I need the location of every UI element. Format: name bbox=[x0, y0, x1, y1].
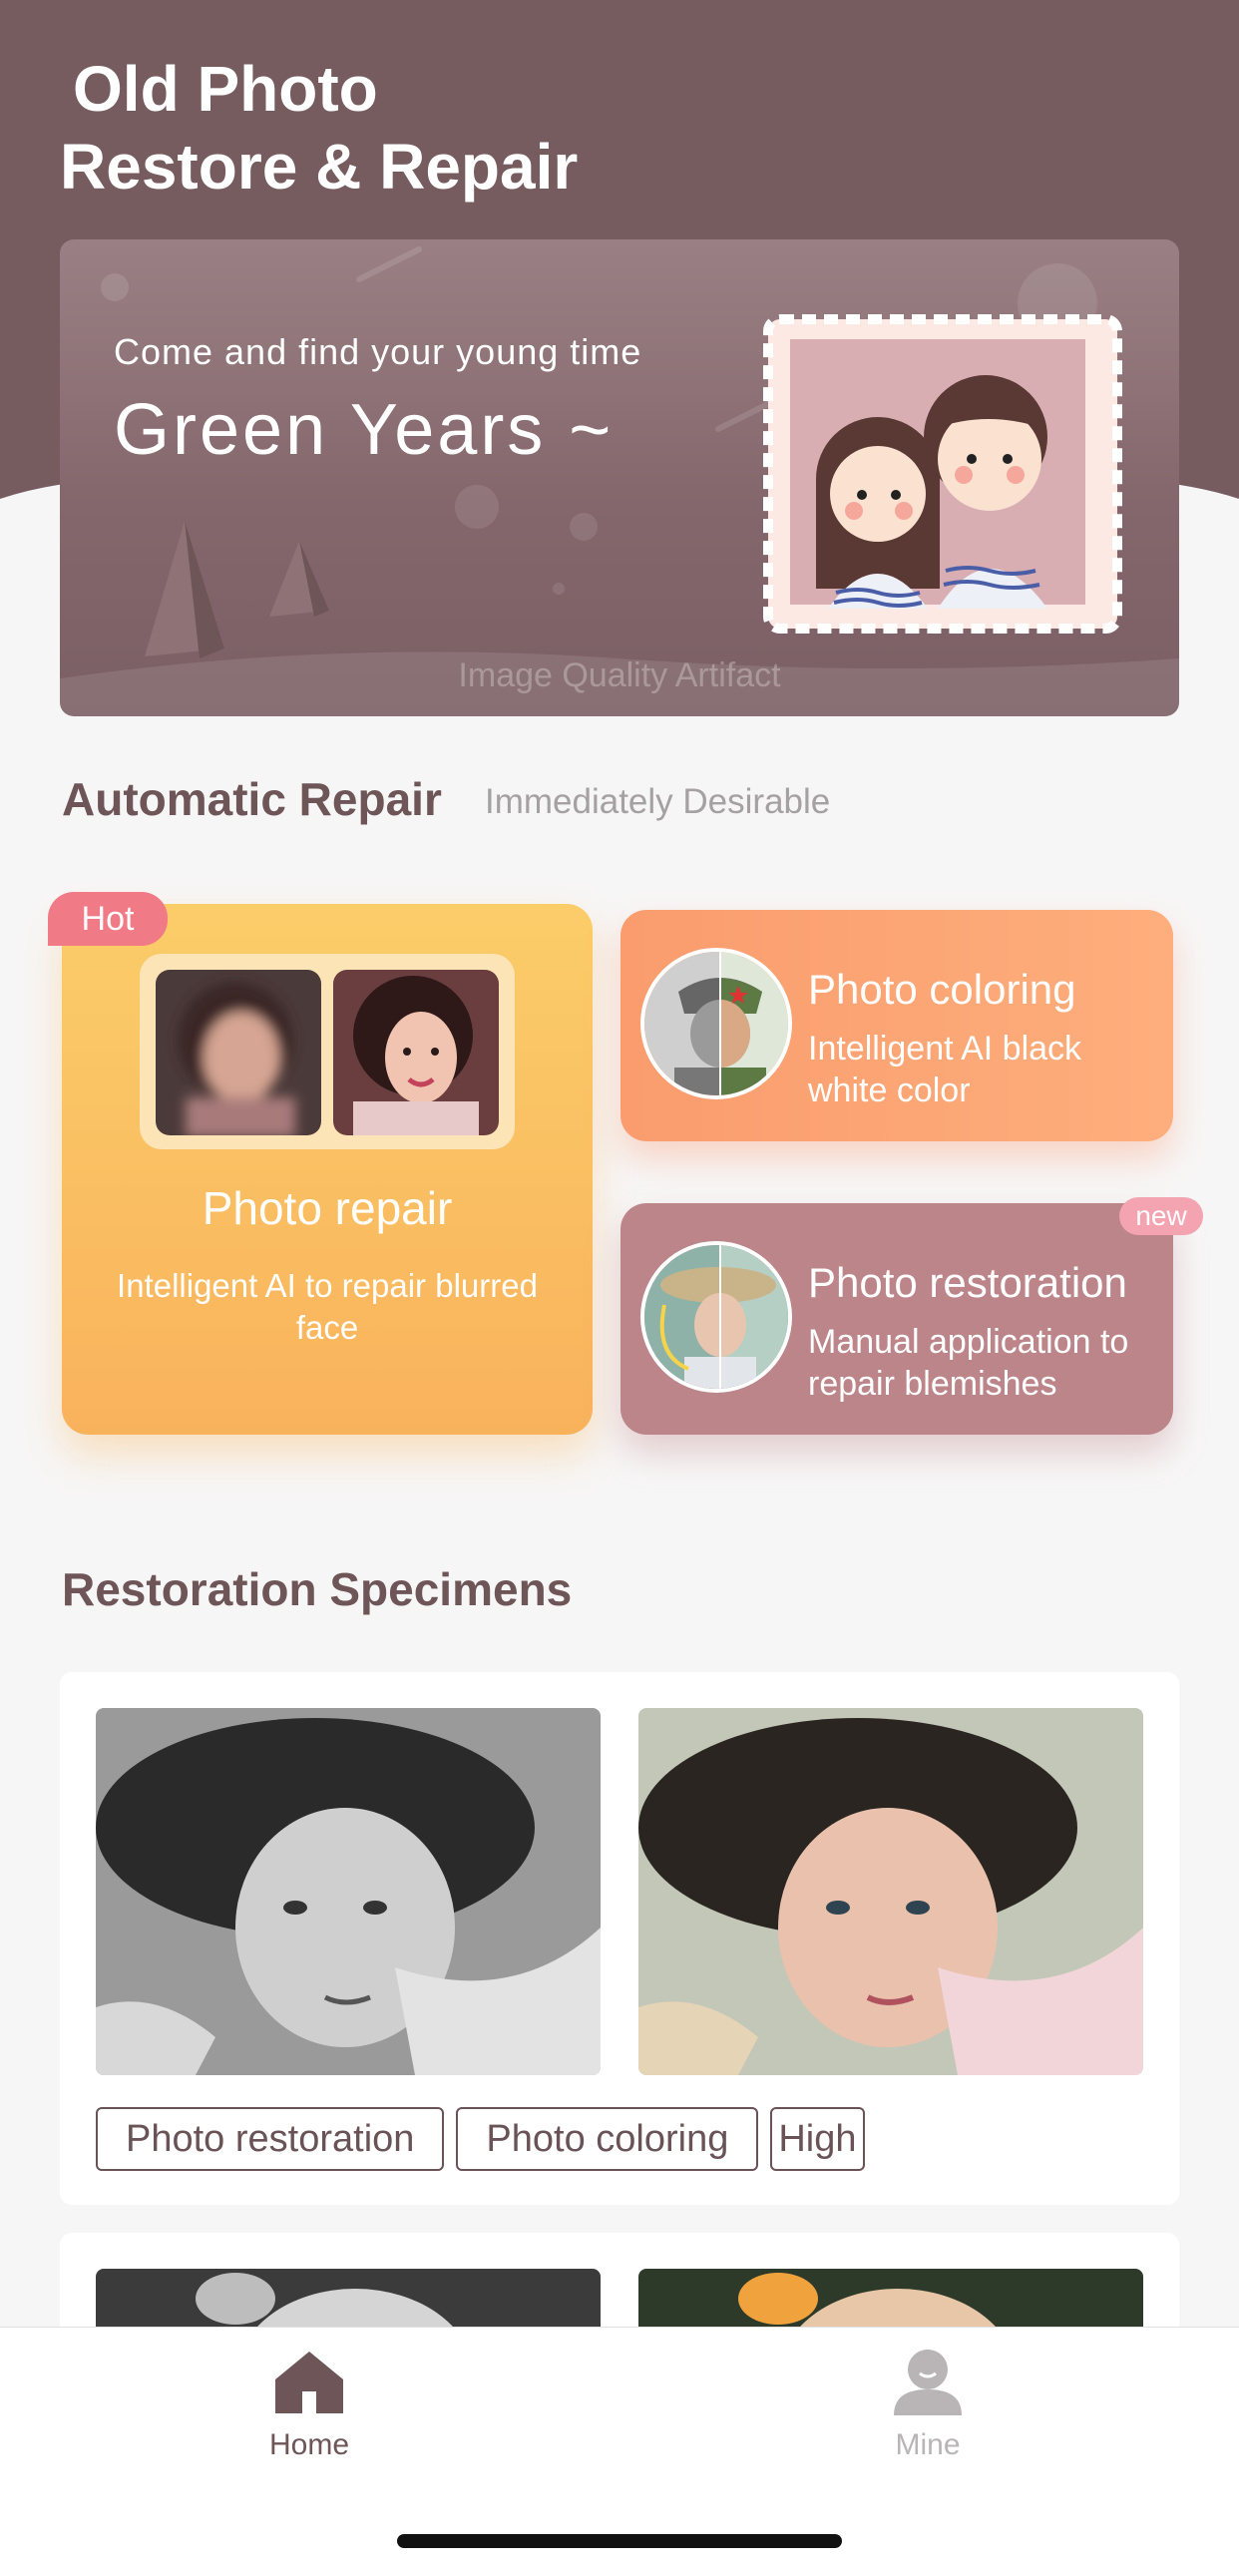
app-title: Old Photo Restore & Repair bbox=[60, 50, 578, 206]
specimen-before-image bbox=[96, 1708, 601, 2075]
photo-coloring-card[interactable]: Photo coloring Intelligent AI black whit… bbox=[620, 910, 1173, 1141]
home-icon bbox=[275, 2352, 343, 2413]
automatic-repair-subtitle: Immediately Desirable bbox=[485, 782, 831, 821]
tag-photo-restoration: Photo restoration bbox=[96, 2107, 445, 2171]
restoration-specimens-title: Restoration Specimens bbox=[62, 1563, 573, 1615]
tab-home[interactable]: Home bbox=[209, 2348, 409, 2462]
coloring-sample-photo bbox=[640, 948, 792, 1099]
photo-repair-description: Intelligent AI to repair blurred face bbox=[117, 1267, 538, 1346]
photo-restoration-description: Manual application to repair blemishes bbox=[808, 1323, 1129, 1403]
green-years-banner[interactable]: Come and find your young time Green Year… bbox=[60, 239, 1179, 716]
photo-restoration-card[interactable]: Photo restoration Manual application to … bbox=[620, 1203, 1173, 1435]
person-icon bbox=[894, 2350, 962, 2415]
couple-stamp-illustration bbox=[763, 314, 1122, 634]
tab-home-label: Home bbox=[268, 2428, 350, 2461]
banner-subtitle: Come and find your young time bbox=[114, 331, 642, 372]
after-photo bbox=[333, 970, 499, 1135]
home-indicator bbox=[397, 2534, 842, 2548]
banner-title: Green Years ~ bbox=[114, 390, 615, 470]
banner-watermark: Image Quality Artifact bbox=[458, 656, 781, 694]
specimen-card[interactable]: Photo restoration Photo coloring High bbox=[60, 1672, 1179, 2205]
automatic-repair-title: Automatic Repair bbox=[62, 773, 442, 825]
specimen-after-image bbox=[638, 1708, 1143, 2075]
app-title-line2: Restore & Repair bbox=[60, 131, 579, 203]
repair-before-after bbox=[140, 954, 515, 1149]
restoration-sample-photo bbox=[640, 1241, 792, 1393]
photo-repair-card[interactable]: Photo repair Intelligent AI to repair bl… bbox=[62, 904, 593, 1435]
tag-high: High bbox=[770, 2107, 865, 2171]
hot-badge: Hot bbox=[48, 892, 168, 946]
tab-mine[interactable]: Mine bbox=[828, 2348, 1028, 2462]
new-badge: new bbox=[1119, 1197, 1203, 1235]
tag-photo-coloring: Photo coloring bbox=[456, 2107, 759, 2171]
photo-repair-title: Photo repair bbox=[202, 1182, 453, 1234]
photo-coloring-title: Photo coloring bbox=[808, 966, 1076, 1013]
photo-coloring-description: Intelligent AI black white color bbox=[808, 1030, 1082, 1109]
before-photo bbox=[156, 970, 321, 1135]
specimen-tags: Photo restoration Photo coloring High bbox=[96, 2107, 865, 2171]
photo-restoration-title: Photo restoration bbox=[808, 1259, 1127, 1306]
tab-mine-label: Mine bbox=[895, 2428, 961, 2461]
app-title-line1: Old Photo bbox=[73, 53, 378, 125]
